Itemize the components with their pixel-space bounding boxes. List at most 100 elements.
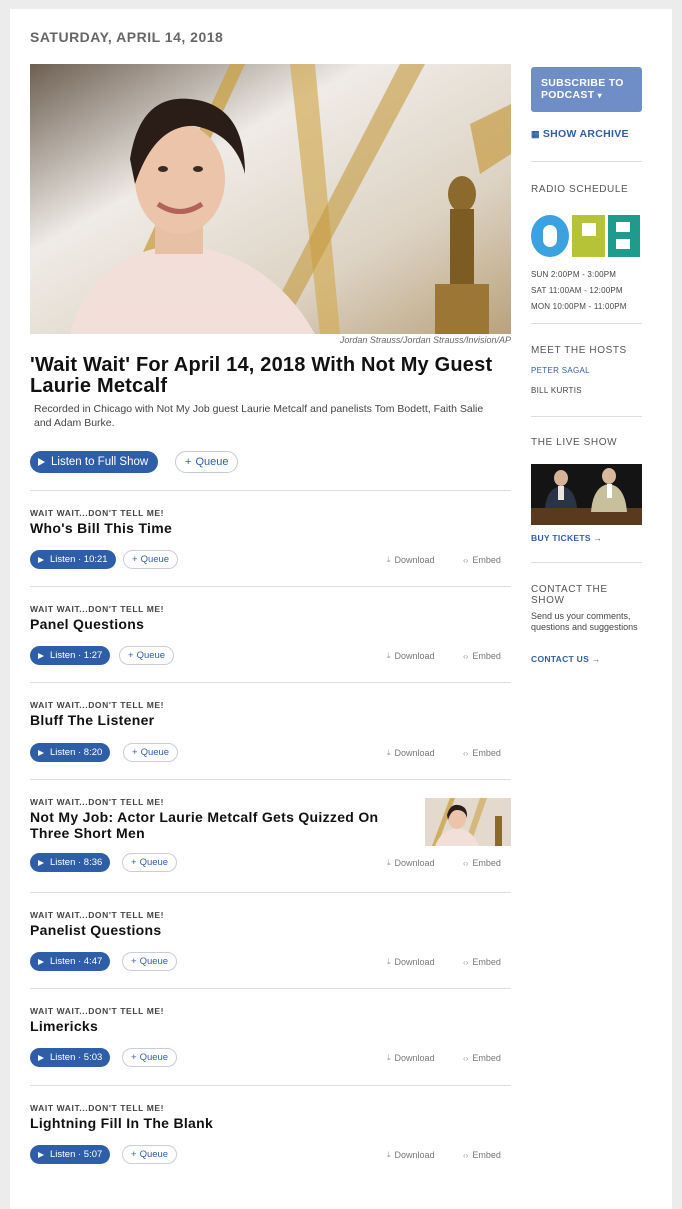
segment-queue-button[interactable]: + Queue [122, 1048, 178, 1067]
download-label: Download [394, 555, 435, 565]
plus-icon: + [132, 554, 138, 565]
segment-queue-label: Queue [139, 1149, 169, 1160]
contact-us-link[interactable]: CONTACT US → [531, 654, 601, 664]
segment-listen-label: Listen · 8:36 [50, 857, 103, 868]
plus-icon: + [185, 456, 192, 468]
plus-icon: + [131, 1149, 137, 1160]
segment-queue-label: Queue [140, 747, 170, 758]
segment-download-link[interactable]: ⤓ Download [387, 555, 435, 565]
segment-queue-button[interactable]: + Queue [119, 646, 175, 665]
segment-kicker[interactable]: WAIT WAIT...DON'T TELL ME! [30, 797, 164, 807]
episode-date: SATURDAY, APRIL 14, 2018 [30, 29, 224, 45]
embed-icon: ‹› [463, 1150, 469, 1160]
segment-title[interactable]: Bluff The Listener [30, 712, 410, 728]
segment-listen-label: Listen · 5:03 [50, 1052, 103, 1063]
segment-title[interactable]: Who's Bill This Time [30, 520, 410, 536]
queue-label: Queue [195, 456, 229, 468]
show-title[interactable]: 'Wait Wait' For April 14, 2018 With Not … [30, 355, 511, 397]
segment-queue-button[interactable]: + Queue [122, 1145, 178, 1164]
play-icon [38, 458, 45, 466]
download-icon: ⤓ [387, 957, 391, 966]
segment-listen-button[interactable]: Listen · 5:07 [30, 1145, 111, 1164]
segment-queue-button[interactable]: + Queue [123, 550, 179, 569]
segment-download-link[interactable]: ⤓ Download [387, 858, 435, 868]
segment-title[interactable]: Panel Questions [30, 616, 410, 632]
plus-icon: + [128, 650, 134, 661]
segment-kicker[interactable]: WAIT WAIT...DON'T TELL ME! [30, 604, 164, 614]
segment-kicker[interactable]: WAIT WAIT...DON'T TELL ME! [30, 508, 164, 518]
schedule-item: SUN 2:00PM - 3:00PM [531, 270, 617, 279]
segment-queue-button[interactable]: + Queue [122, 853, 178, 872]
embed-icon: ‹› [463, 555, 469, 565]
embed-label: Embed [472, 1053, 501, 1063]
segment-download-link[interactable]: ⤓ Download [387, 651, 435, 661]
subscribe-podcast-button[interactable]: SUBSCRIBE TO PODCAST ▾ [531, 67, 642, 112]
play-icon [38, 749, 44, 756]
segment-embed-link[interactable]: ‹› Embed [463, 1150, 501, 1160]
segment-thumbnail[interactable] [425, 798, 511, 846]
plus-icon: + [131, 1052, 137, 1063]
segment-embed-link[interactable]: ‹› Embed [463, 651, 501, 661]
calendar-icon: ▦ [531, 128, 540, 139]
segment-kicker[interactable]: WAIT WAIT...DON'T TELL ME! [30, 700, 164, 710]
segment-title[interactable]: Lightning Fill In The Blank [30, 1115, 410, 1131]
play-icon [38, 556, 44, 563]
live-show-image[interactable] [531, 464, 642, 525]
segment-listen-label: Listen · 5:07 [50, 1149, 103, 1160]
segment-item: WAIT WAIT...DON'T TELL ME! Not My Job: A… [30, 779, 511, 892]
segment-listen-button[interactable]: Listen · 8:36 [30, 853, 111, 872]
segment-embed-link[interactable]: ‹› Embed [463, 957, 501, 967]
opb-logo-o [531, 215, 569, 257]
segment-title[interactable]: Panelist Questions [30, 922, 410, 938]
host-link-peter-sagal[interactable]: PETER SAGAL [531, 366, 590, 375]
divider [531, 562, 642, 563]
segment-embed-link[interactable]: ‹› Embed [463, 555, 501, 565]
contact-heading: CONTACT THE SHOW [531, 584, 608, 606]
show-archive-link[interactable]: ▦ SHOW ARCHIVE [531, 128, 629, 140]
play-icon [38, 652, 44, 659]
host-link-bill-kurtis[interactable]: BILL KURTIS [531, 386, 582, 395]
segment-item: WAIT WAIT...DON'T TELL ME! Bluff The Lis… [30, 682, 511, 779]
segment-listen-button[interactable]: Listen · 5:03 [30, 1048, 111, 1067]
segment-kicker[interactable]: WAIT WAIT...DON'T TELL ME! [30, 1006, 164, 1016]
segment-download-link[interactable]: ⤓ Download [387, 748, 435, 758]
segment-listen-button[interactable]: Listen · 8:20 [30, 743, 111, 762]
embed-label: Embed [472, 748, 501, 758]
segment-listen-button[interactable]: Listen · 1:27 [30, 646, 111, 665]
queue-full-show-button[interactable]: + Queue [175, 451, 239, 473]
opb-logo[interactable] [531, 215, 640, 257]
segment-item: WAIT WAIT...DON'T TELL ME! Limericks Lis… [30, 988, 511, 1085]
plus-icon: + [131, 857, 137, 868]
embed-label: Embed [472, 651, 501, 661]
segment-embed-link[interactable]: ‹› Embed [463, 858, 501, 868]
listen-full-show-button[interactable]: Listen to Full Show [30, 451, 159, 473]
download-icon: ⤓ [387, 858, 391, 867]
segment-title[interactable]: Not My Job: Actor Laurie Metcalf Gets Qu… [30, 809, 410, 841]
buy-tickets-link[interactable]: BUY TICKETS → [531, 533, 602, 543]
segment-download-link[interactable]: ⤓ Download [387, 1053, 435, 1063]
segment-listen-button[interactable]: Listen · 4:47 [30, 952, 111, 971]
embed-icon: ‹› [463, 651, 469, 661]
segment-queue-button[interactable]: + Queue [123, 743, 179, 762]
segment-embed-link[interactable]: ‹› Embed [463, 1053, 501, 1063]
segment-listen-label: Listen · 1:27 [50, 650, 103, 661]
subscribe-label: SUBSCRIBE TO PODCAST [541, 77, 624, 101]
download-label: Download [394, 651, 435, 661]
segment-item: WAIT WAIT...DON'T TELL ME! Who's Bill Th… [30, 490, 511, 586]
segment-kicker[interactable]: WAIT WAIT...DON'T TELL ME! [30, 1103, 164, 1113]
segment-listen-button[interactable]: Listen · 10:21 [30, 550, 116, 569]
embed-icon: ‹› [463, 858, 469, 868]
hero-image[interactable] [30, 64, 511, 334]
schedule-item: SAT 11:00AM - 12:00PM [531, 286, 623, 295]
live-show-heading: THE LIVE SHOW [531, 437, 618, 448]
segment-download-link[interactable]: ⤓ Download [387, 1150, 435, 1160]
segment-queue-button[interactable]: + Queue [122, 952, 178, 971]
segment-title[interactable]: Limericks [30, 1018, 410, 1034]
segment-listen-label: Listen · 8:20 [50, 747, 103, 758]
divider [531, 161, 642, 162]
download-label: Download [394, 957, 435, 967]
segment-download-link[interactable]: ⤓ Download [387, 957, 435, 967]
download-label: Download [394, 858, 435, 868]
segment-embed-link[interactable]: ‹› Embed [463, 748, 501, 758]
segment-kicker[interactable]: WAIT WAIT...DON'T TELL ME! [30, 910, 164, 920]
